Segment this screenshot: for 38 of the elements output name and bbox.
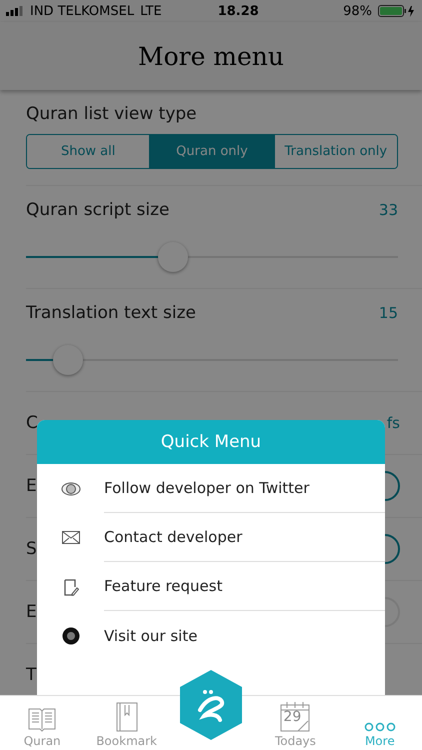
tab-item[interactable]: More xyxy=(338,696,422,750)
battery-charging-icon xyxy=(378,5,416,17)
segment-option[interactable]: Quran only xyxy=(149,135,274,168)
dialog-title: Quick Menu xyxy=(160,432,262,452)
size-slider[interactable] xyxy=(26,345,398,375)
slider-thumb[interactable] xyxy=(158,242,188,272)
setting-label: T xyxy=(26,665,36,685)
menu-item[interactable]: Feature request xyxy=(104,577,222,595)
segment-option[interactable]: Translation only xyxy=(274,135,397,168)
battery-percent: 98% xyxy=(343,4,372,18)
signal-icon xyxy=(6,6,24,16)
setting-label: E xyxy=(26,602,37,622)
size-value: 33 xyxy=(378,201,398,219)
slider-thumb[interactable] xyxy=(53,345,84,375)
tab-item[interactable]: 29 Todays xyxy=(253,696,338,750)
setting-label: C xyxy=(26,413,38,433)
bookmark-book-icon xyxy=(116,702,138,732)
network-type: LTE xyxy=(140,4,162,18)
setting-label: Quran script size xyxy=(26,200,170,220)
clock-time: 18.28 xyxy=(218,4,259,18)
setting-label: E xyxy=(26,476,37,496)
tab-item[interactable]: Quran xyxy=(0,696,84,750)
page-title: More menu xyxy=(138,42,284,70)
more-dots-icon xyxy=(364,722,396,732)
tab-item[interactable]: Bookmark xyxy=(84,696,169,750)
envelope-icon xyxy=(62,531,80,544)
app-logo-button[interactable] xyxy=(180,670,242,740)
setting-label: S xyxy=(26,539,37,559)
setting-label: Translation text size xyxy=(26,303,196,323)
setting-label: Quran list view type xyxy=(26,104,198,124)
size-slider[interactable] xyxy=(26,242,398,272)
clipboard-pencil-icon xyxy=(62,578,78,596)
menu-item[interactable]: Follow developer on Twitter xyxy=(104,479,310,497)
menu-item[interactable]: Contact developer xyxy=(104,528,242,546)
setting-value: fs xyxy=(386,414,400,432)
menu-item[interactable]: Visit our site xyxy=(104,626,198,644)
size-value: 15 xyxy=(378,304,398,322)
carrier-name: IND TELKOMSEL xyxy=(30,4,134,18)
